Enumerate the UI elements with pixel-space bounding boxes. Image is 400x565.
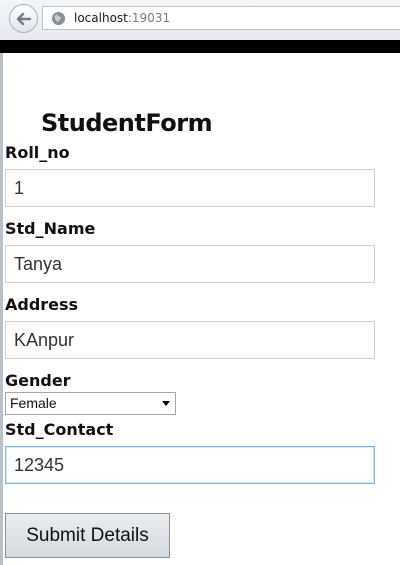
std-name-label: Std_Name — [5, 219, 96, 238]
url-text: localhost:19031 — [74, 11, 170, 26]
globe-icon — [51, 11, 66, 26]
page-top-bar — [0, 40, 400, 53]
page-title: StudentForm — [41, 109, 213, 137]
gender-select[interactable]: Female — [5, 392, 176, 415]
back-button[interactable] — [9, 4, 38, 33]
submit-details-button[interactable]: Submit Details — [5, 513, 170, 558]
gender-label: Gender — [5, 371, 71, 390]
address-label: Address — [5, 295, 79, 314]
chevron-down-icon — [162, 401, 170, 406]
url-host: localhost — [74, 11, 128, 25]
url-port: :19031 — [127, 11, 171, 25]
back-arrow-icon — [16, 12, 32, 26]
browser-toolbar: localhost:19031 — [0, 0, 400, 40]
std-contact-input[interactable] — [5, 446, 375, 484]
std-contact-label: Std_Contact — [5, 420, 114, 439]
address-input[interactable] — [5, 321, 375, 359]
address-bar[interactable]: localhost:19031 — [42, 6, 400, 30]
page-left-edge — [0, 53, 3, 565]
gender-selected-value: Female — [10, 395, 57, 411]
roll-no-input[interactable] — [5, 169, 375, 207]
std-name-input[interactable] — [5, 245, 375, 283]
roll-no-label: Roll_no — [5, 143, 70, 162]
